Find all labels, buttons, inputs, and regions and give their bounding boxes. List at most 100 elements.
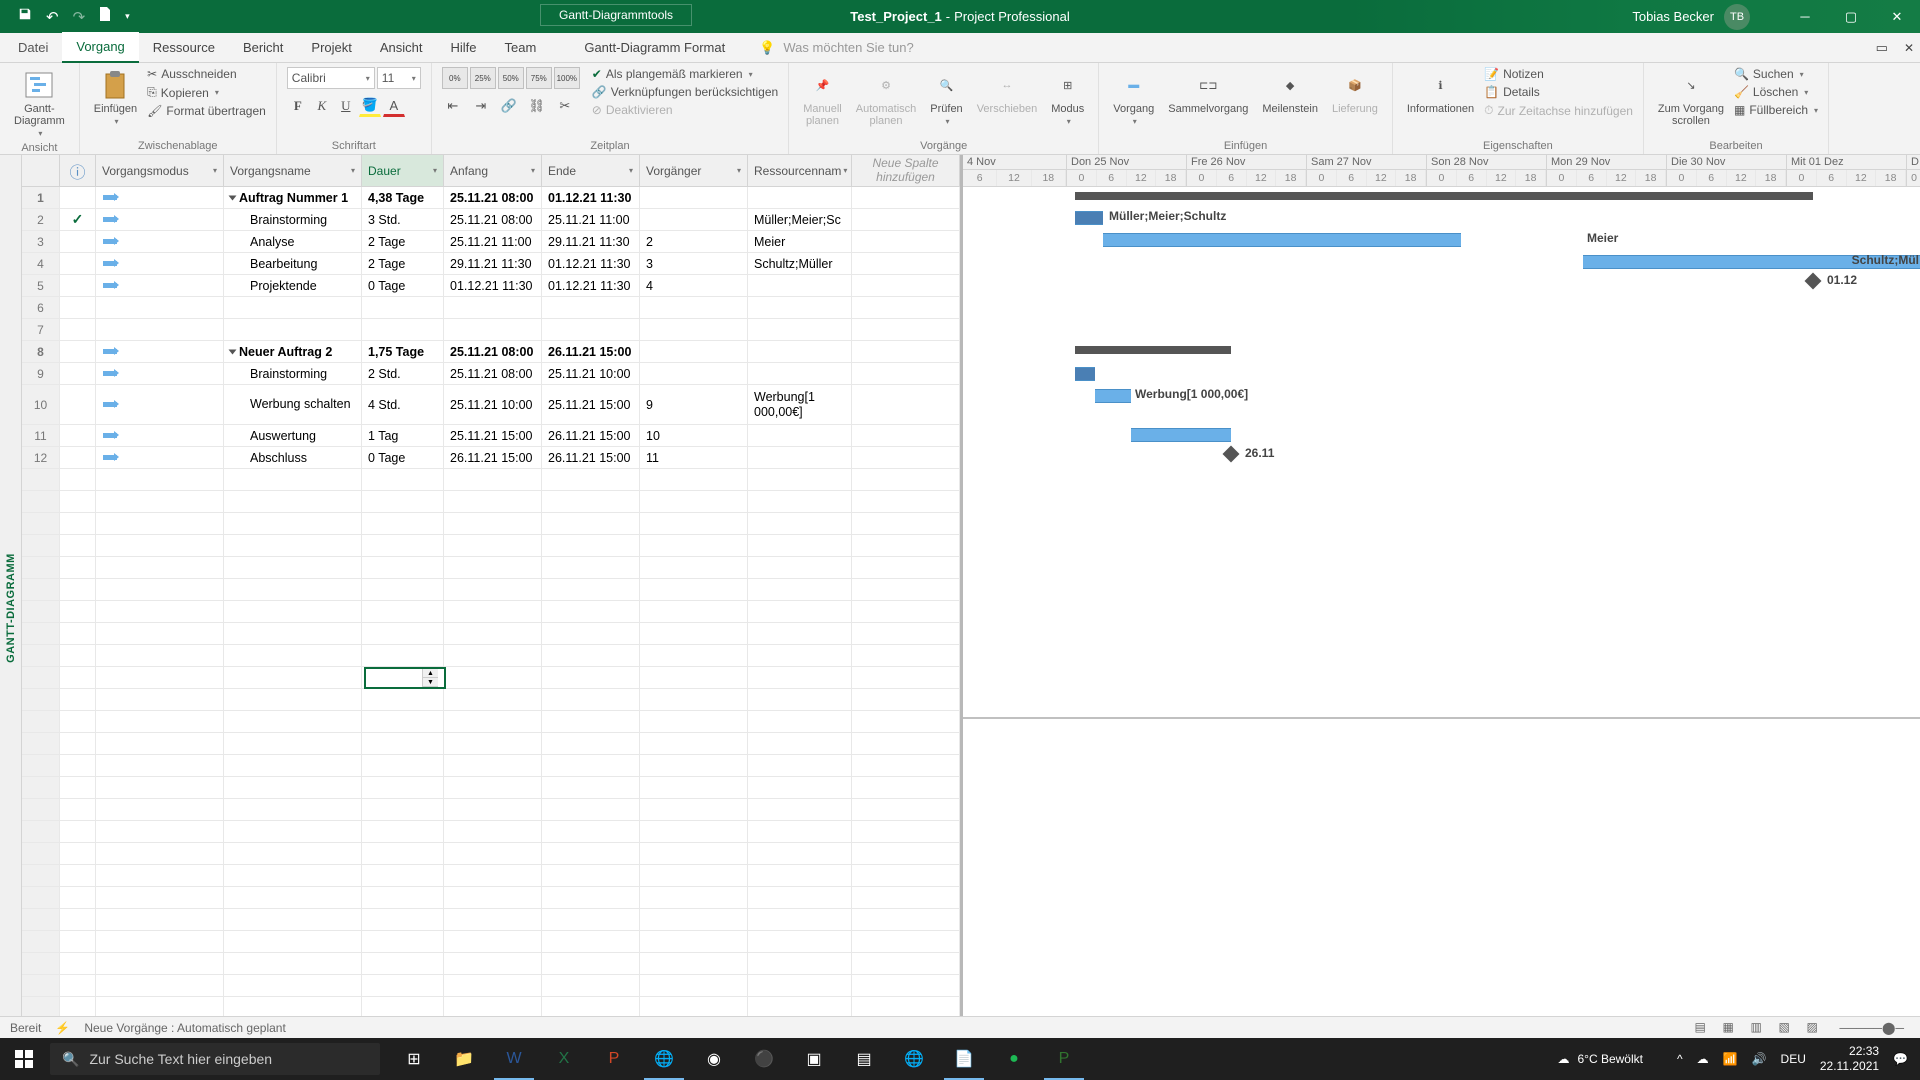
mode-button[interactable]: ⊞Modus▾	[1047, 67, 1088, 128]
tab-resource[interactable]: Ressource	[139, 33, 229, 62]
mark-ontrack-button[interactable]: ✔Als plangemäß markieren▾	[592, 67, 778, 81]
table-row[interactable]	[22, 733, 960, 755]
table-row[interactable]	[22, 755, 960, 777]
table-row[interactable]	[22, 865, 960, 887]
app-icon-1[interactable]: ▣	[790, 1038, 838, 1080]
table-row[interactable]	[22, 579, 960, 601]
tab-help[interactable]: Hilfe	[437, 33, 491, 62]
notes-button[interactable]: 📝Notizen	[1484, 67, 1633, 81]
split-button[interactable]: ✂	[554, 95, 576, 117]
unlink-button[interactable]: ⛓	[526, 95, 548, 117]
table-row[interactable]	[22, 909, 960, 931]
copy-button[interactable]: ⎘Kopieren▾	[147, 85, 266, 100]
user-avatar[interactable]: TB	[1724, 4, 1750, 30]
notepad-icon[interactable]: 📄	[940, 1038, 988, 1080]
insert-task-button[interactable]: ▬Vorgang▾	[1109, 67, 1158, 128]
powerpoint-icon[interactable]: P	[590, 1038, 638, 1080]
gantt-bar-9[interactable]	[1075, 367, 1095, 381]
col-index[interactable]	[22, 155, 60, 186]
ribbon-close[interactable]: ✕	[1904, 41, 1914, 55]
table-row[interactable]	[22, 975, 960, 997]
excel-icon[interactable]: X	[540, 1038, 588, 1080]
tab-view[interactable]: Ansicht	[366, 33, 437, 62]
maximize-button[interactable]: ▢	[1828, 0, 1874, 33]
clear-button[interactable]: 🧹Löschen▾	[1734, 85, 1818, 99]
table-row[interactable]	[22, 535, 960, 557]
table-row[interactable]	[22, 601, 960, 623]
view-bar[interactable]: GANTT-DIAGRAMM	[0, 155, 22, 1060]
table-row[interactable]	[22, 799, 960, 821]
ribbon-display-options[interactable]: ▭	[1876, 40, 1888, 56]
indent-button[interactable]: ⇥	[470, 95, 492, 117]
col-predecessors[interactable]: Vorgänger▾	[640, 155, 748, 186]
font-color-button[interactable]: A	[383, 95, 405, 117]
col-mode[interactable]: Vorgangsmodus▾	[96, 155, 224, 186]
tab-file[interactable]: Datei	[4, 33, 62, 62]
col-name[interactable]: Vorgangsname▾	[224, 155, 362, 186]
font-size-select[interactable]: 11▾	[377, 67, 421, 89]
col-duration[interactable]: Dauer▾	[362, 155, 444, 186]
table-row[interactable]	[22, 953, 960, 975]
details-button[interactable]: 📋Details	[1484, 85, 1633, 99]
pct-50-button[interactable]: 50%	[498, 67, 524, 89]
minimize-button[interactable]: ─	[1782, 0, 1828, 33]
pct-75-button[interactable]: 75%	[526, 67, 552, 89]
table-row[interactable]	[22, 645, 960, 667]
active-cell-editor[interactable]: ▲▼	[364, 667, 446, 689]
find-button[interactable]: 🔍Suchen▾	[1734, 67, 1818, 81]
bold-button[interactable]: F	[287, 95, 309, 117]
tab-project[interactable]: Projekt	[297, 33, 365, 62]
respect-links-button[interactable]: 🔗Verknüpfungen berücksichtigen	[592, 85, 778, 99]
table-row[interactable]	[22, 513, 960, 535]
insert-milestone-button[interactable]: ◆Meilenstein	[1258, 67, 1322, 117]
table-row[interactable]: 5Projektende0 Tage01.12.21 11:3001.12.21…	[22, 275, 960, 297]
weather-widget[interactable]: ☁6°C Bewölkt	[1557, 1052, 1643, 1066]
chrome-icon[interactable]: ◉	[690, 1038, 738, 1080]
table-row[interactable]	[22, 557, 960, 579]
tab-format[interactable]: Gantt-Diagramm Format	[570, 33, 739, 62]
view-team[interactable]: ▥	[1750, 1019, 1772, 1037]
view-report[interactable]: ▨	[1806, 1019, 1828, 1037]
notifications-icon[interactable]: 💬	[1893, 1052, 1908, 1066]
fill-color-button[interactable]: 🪣	[359, 95, 381, 117]
table-row[interactable]	[22, 887, 960, 909]
new-icon[interactable]	[99, 7, 111, 26]
tab-task[interactable]: Vorgang	[62, 32, 138, 63]
col-start[interactable]: Anfang▾	[444, 155, 542, 186]
gantt-view-button[interactable]: Gantt- Diagramm▾	[10, 67, 69, 140]
clock[interactable]: 22:3322.11.2021	[1820, 1044, 1879, 1074]
format-painter-button[interactable]: 🖌Format übertragen	[147, 104, 266, 118]
information-button[interactable]: ℹInformationen	[1403, 67, 1478, 117]
col-end[interactable]: Ende▾	[542, 155, 640, 186]
font-family-select[interactable]: Calibri▾	[287, 67, 375, 89]
table-row[interactable]: 3Analyse2 Tage25.11.21 11:0029.11.21 11:…	[22, 231, 960, 253]
table-row[interactable]	[22, 469, 960, 491]
table-row[interactable]: 11Auswertung1 Tag25.11.21 15:0026.11.21 …	[22, 425, 960, 447]
spinner-down[interactable]: ▼	[423, 678, 438, 687]
insert-deliverable-button[interactable]: 📦Lieferung	[1328, 67, 1382, 117]
pct-25-button[interactable]: 25%	[470, 67, 496, 89]
tab-report[interactable]: Bericht	[229, 33, 297, 62]
manual-schedule-button[interactable]: 📌Manuell planen	[799, 67, 846, 129]
italic-button[interactable]: K	[311, 95, 333, 117]
project-icon[interactable]: P	[1040, 1038, 1088, 1080]
table-row[interactable]	[22, 667, 960, 689]
view-resource[interactable]: ▧	[1778, 1019, 1800, 1037]
pct-0-button[interactable]: 0%	[442, 67, 468, 89]
table-row[interactable]: 7	[22, 319, 960, 341]
wifi-icon[interactable]: 📶	[1723, 1052, 1738, 1066]
table-row[interactable]: 4Bearbeitung2 Tage29.11.21 11:3001.12.21…	[22, 253, 960, 275]
auto-schedule-button[interactable]: ⚙Automatisch planen	[852, 67, 921, 129]
volume-icon[interactable]: 🔊	[1752, 1052, 1767, 1066]
table-row[interactable]: 2✓Brainstorming3 Std.25.11.21 08:0025.11…	[22, 209, 960, 231]
task-view-button[interactable]: ⊞	[390, 1038, 438, 1080]
gantt-summary-8[interactable]	[1075, 346, 1231, 354]
scroll-to-task-button[interactable]: ↘Zum Vorgang scrollen	[1654, 67, 1728, 129]
close-button[interactable]: ✕	[1874, 0, 1920, 33]
col-add-new[interactable]: Neue Spalte hinzufügen	[852, 155, 960, 186]
table-row[interactable]: 1Auftrag Nummer 14,38 Tage25.11.21 08:00…	[22, 187, 960, 209]
table-row[interactable]: 8Neuer Auftrag 21,75 Tage25.11.21 08:002…	[22, 341, 960, 363]
taskbar-search[interactable]: 🔍 Zur Suche Text hier eingeben	[50, 1043, 380, 1075]
edge-2-icon[interactable]: 🌐	[890, 1038, 938, 1080]
table-row[interactable]	[22, 777, 960, 799]
